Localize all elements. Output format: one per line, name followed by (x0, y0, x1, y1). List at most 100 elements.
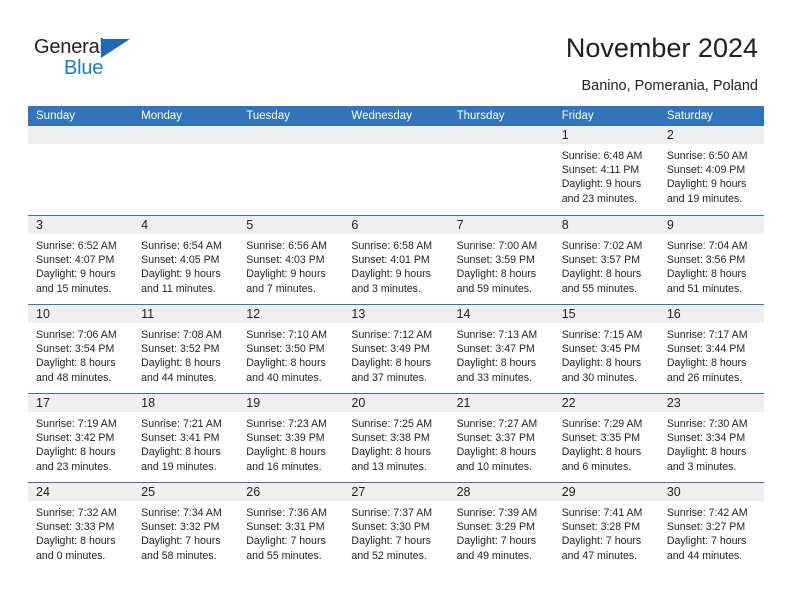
calendar-day-cell[interactable]: 26 Sunrise: 7:36 AM Sunset: 3:31 PM Dayligh… (238, 483, 344, 571)
day-detail-line: Sunset: 3:59 PM (456, 254, 535, 267)
day-number-band: 19 (238, 394, 344, 412)
day-number: 20 (351, 396, 366, 410)
day-details: Sunrise: 7:17 AM Sunset: 3:44 PM Daylight:… (659, 323, 764, 385)
calendar-day-empty (343, 126, 449, 215)
day-detail-line: Sunrise: 7:10 AM (246, 329, 327, 341)
day-details: Sunrise: 7:19 AM Sunset: 3:42 PM Daylight:… (28, 412, 133, 474)
day-details: Sunrise: 6:56 AM Sunset: 4:03 PM Daylight:… (238, 234, 343, 296)
day-number-band: 2 (658, 126, 764, 144)
day-number-band: 22 (553, 394, 659, 412)
calendar-day-cell[interactable]: 7 Sunrise: 7:00 AM Sunset: 3:59 PM Daylight… (448, 216, 554, 304)
day-number-band (448, 126, 554, 144)
calendar-week-row: 1 Sunrise: 6:48 AM Sunset: 4:11 PM Daylight… (28, 126, 764, 215)
calendar-day-cell[interactable]: 3 Sunrise: 6:52 AM Sunset: 4:07 PM Daylight… (28, 216, 134, 304)
day-detail-line: Sunset: 3:32 PM (141, 521, 220, 534)
calendar-day-cell[interactable]: 4 Sunrise: 6:54 AM Sunset: 4:05 PM Daylight… (133, 216, 239, 304)
day-detail-line: Daylight: 8 hours (666, 268, 747, 281)
calendar-day-cell[interactable]: 16 Sunrise: 7:17 AM Sunset: 3:44 PM Dayligh… (658, 305, 764, 393)
day-detail-line: and 3 minutes. (666, 460, 737, 473)
calendar-week-row: 17 Sunrise: 7:19 AM Sunset: 3:42 PM Dayligh… (28, 393, 764, 482)
day-detail-line: Sunset: 3:39 PM (246, 432, 325, 445)
day-detail-line: and 26 minutes. (666, 371, 743, 384)
day-number: 25 (141, 485, 156, 499)
day-detail-line: Sunrise: 7:19 AM (36, 418, 117, 430)
day-details: Sunrise: 6:48 AM Sunset: 4:11 PM Daylight:… (554, 144, 659, 206)
calendar-day-cell[interactable]: 19 Sunrise: 7:23 AM Sunset: 3:39 PM Dayligh… (238, 394, 344, 482)
calendar-day-cell[interactable]: 10 Sunrise: 7:06 AM Sunset: 3:54 PM Dayligh… (28, 305, 134, 393)
day-detail-line: Sunset: 3:49 PM (351, 343, 430, 356)
calendar-day-cell[interactable]: 18 Sunrise: 7:21 AM Sunset: 3:41 PM Dayligh… (133, 394, 239, 482)
calendar-day-cell[interactable]: 8 Sunrise: 7:02 AM Sunset: 3:57 PM Daylight… (553, 216, 659, 304)
calendar-day-cell[interactable]: 30 Sunrise: 7:42 AM Sunset: 3:27 PM Dayligh… (658, 483, 764, 571)
calendar-day-cell[interactable]: 27 Sunrise: 7:37 AM Sunset: 3:30 PM Dayligh… (343, 483, 449, 571)
day-number-band: 16 (658, 305, 764, 323)
day-detail-line: Sunrise: 7:36 AM (246, 507, 327, 519)
calendar-day-cell[interactable]: 15 Sunrise: 7:15 AM Sunset: 3:45 PM Dayligh… (553, 305, 659, 393)
calendar-day-cell[interactable]: 22 Sunrise: 7:29 AM Sunset: 3:35 PM Dayligh… (553, 394, 659, 482)
day-number-band: 5 (238, 216, 344, 234)
day-detail-line: Sunrise: 7:15 AM (561, 329, 643, 341)
day-number: 1 (561, 128, 569, 142)
day-number: 26 (246, 485, 261, 499)
calendar-day-cell[interactable]: 20 Sunrise: 7:25 AM Sunset: 3:38 PM Dayligh… (343, 394, 449, 482)
day-detail-line: Daylight: 8 hours (36, 446, 116, 459)
day-detail-line: and 19 minutes. (666, 192, 743, 205)
day-detail-line: and 48 minutes. (36, 371, 112, 384)
weekday-header-row: Sunday Monday Tuesday Wednesday Thursday Frid… (28, 106, 764, 126)
day-detail-line: Daylight: 7 hours (351, 535, 431, 548)
day-number-band: 10 (28, 305, 134, 323)
day-detail-line: Daylight: 7 hours (561, 535, 642, 548)
day-detail-line: Daylight: 8 hours (246, 446, 326, 459)
calendar-day-cell[interactable]: 1 Sunrise: 6:48 AM Sunset: 4:11 PM Daylight… (553, 126, 659, 215)
calendar-day-cell[interactable]: 23 Sunrise: 7:30 AM Sunset: 3:34 PM Dayligh… (658, 394, 764, 482)
day-detail-line: Daylight: 8 hours (351, 357, 431, 370)
day-detail-line: Daylight: 8 hours (666, 446, 747, 459)
day-number-band: 23 (658, 394, 764, 412)
day-number-band: 27 (343, 483, 449, 501)
calendar-day-cell[interactable]: 9 Sunrise: 7:04 AM Sunset: 3:56 PM Daylight… (658, 216, 764, 304)
day-number-band (28, 126, 134, 144)
day-detail-line: Daylight: 8 hours (561, 268, 642, 281)
day-details (133, 144, 238, 149)
day-number: 2 (666, 128, 674, 142)
calendar-day-cell[interactable]: 5 Sunrise: 6:56 AM Sunset: 4:03 PM Daylight… (238, 216, 344, 304)
day-detail-line: Sunset: 3:31 PM (246, 521, 325, 534)
calendar-day-cell[interactable]: 6 Sunrise: 6:58 AM Sunset: 4:01 PM Daylight… (343, 216, 449, 304)
day-number: 16 (666, 307, 681, 321)
calendar-day-cell[interactable]: 29 Sunrise: 7:41 AM Sunset: 3:28 PM Dayligh… (553, 483, 659, 571)
calendar-day-cell[interactable]: 28 Sunrise: 7:39 AM Sunset: 3:29 PM Dayligh… (448, 483, 554, 571)
calendar-day-cell[interactable]: 21 Sunrise: 7:27 AM Sunset: 3:37 PM Dayligh… (448, 394, 554, 482)
day-details: Sunrise: 7:23 AM Sunset: 3:39 PM Daylight:… (238, 412, 343, 474)
day-details: Sunrise: 7:15 AM Sunset: 3:45 PM Daylight:… (554, 323, 659, 385)
day-number-band: 9 (658, 216, 764, 234)
day-detail-line: and 47 minutes. (561, 549, 638, 562)
calendar-day-cell[interactable]: 14 Sunrise: 7:13 AM Sunset: 3:47 PM Dayligh… (448, 305, 554, 393)
calendar-day-cell[interactable]: 25 Sunrise: 7:34 AM Sunset: 3:32 PM Dayligh… (133, 483, 239, 571)
general-blue-logo[interactable]: General Blue (34, 36, 154, 82)
day-detail-line: Sunrise: 6:48 AM (561, 150, 643, 162)
day-number-band: 28 (448, 483, 554, 501)
calendar-day-cell[interactable]: 2 Sunrise: 6:50 AM Sunset: 4:09 PM Daylight… (658, 126, 764, 215)
calendar-day-cell[interactable]: 11 Sunrise: 7:08 AM Sunset: 3:52 PM Dayligh… (133, 305, 239, 393)
day-number-band: 11 (133, 305, 239, 323)
calendar-day-cell[interactable]: 17 Sunrise: 7:19 AM Sunset: 3:42 PM Dayligh… (28, 394, 134, 482)
day-detail-line: Daylight: 7 hours (666, 535, 747, 548)
calendar-day-cell[interactable]: 13 Sunrise: 7:12 AM Sunset: 3:49 PM Dayligh… (343, 305, 449, 393)
day-detail-line: Sunset: 3:28 PM (561, 521, 641, 534)
day-detail-line: Daylight: 8 hours (246, 357, 326, 370)
day-detail-line: and 55 minutes. (246, 549, 322, 562)
calendar-day-cell[interactable]: 24 Sunrise: 7:32 AM Sunset: 3:33 PM Dayligh… (28, 483, 134, 571)
calendar-day-cell[interactable]: 12 Sunrise: 7:10 AM Sunset: 3:50 PM Dayligh… (238, 305, 344, 393)
weekday-header-monday: Monday (141, 110, 183, 122)
day-detail-line: Sunset: 3:42 PM (36, 432, 115, 445)
day-details (449, 144, 554, 149)
day-detail-line: Daylight: 8 hours (141, 446, 221, 459)
day-number: 14 (456, 307, 471, 321)
day-detail-line: and 40 minutes. (246, 371, 322, 384)
calendar-page: General Blue November 2024 Banino, Pomer… (0, 0, 792, 612)
weekday-header-saturday: Saturday (666, 110, 713, 122)
day-detail-line: Sunrise: 6:56 AM (246, 240, 327, 252)
day-detail-line: Daylight: 7 hours (456, 535, 537, 548)
day-detail-line: Sunrise: 7:08 AM (141, 329, 222, 341)
day-detail-line: Daylight: 8 hours (141, 357, 221, 370)
